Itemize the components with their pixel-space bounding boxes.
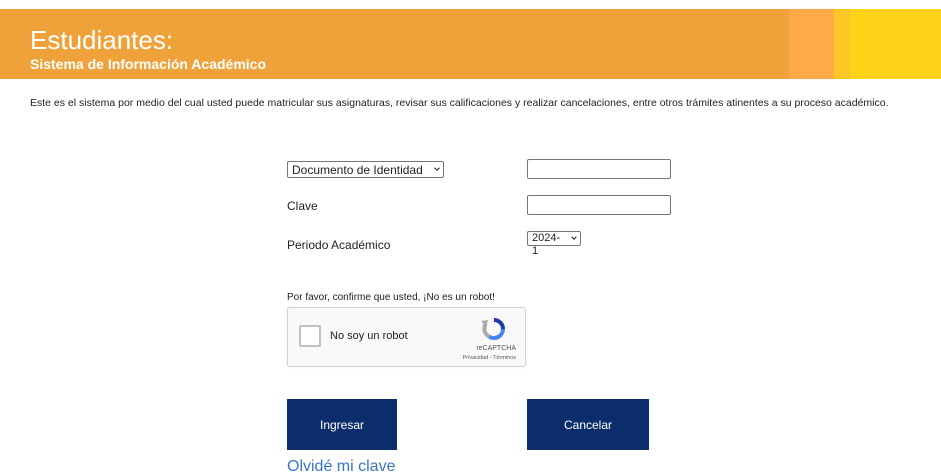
period-label: Periodo Académico: [287, 238, 391, 252]
recaptcha-checkbox[interactable]: [299, 325, 321, 347]
forgot-password-link[interactable]: Olvidé mi clave: [287, 458, 395, 476]
header-accent-block: [850, 9, 941, 79]
recaptcha-widget: No soy un robot reCAPTCHA Privacidad - T…: [287, 307, 526, 367]
header-accent-block: [834, 9, 850, 79]
recaptcha-logo-icon: [481, 318, 506, 340]
document-type-select[interactable]: Documento de Identidad: [287, 161, 444, 178]
page-header: Estudiantes: Sistema de Información Acad…: [0, 9, 941, 79]
chevron-down-icon: [434, 167, 440, 171]
header-accent-block: [789, 9, 834, 79]
document-number-input[interactable]: [527, 159, 671, 179]
login-button[interactable]: Ingresar: [287, 399, 397, 450]
captcha-prompt: Por favor, confirme que usted, ¡No es un…: [287, 292, 495, 303]
intro-text: Este es el sistema por medio del cual us…: [30, 97, 889, 109]
recaptcha-checkbox-label: No soy un robot: [330, 330, 408, 342]
password-label: Clave: [287, 199, 318, 213]
period-value: 2024-1: [532, 232, 561, 257]
cancel-button[interactable]: Cancelar: [527, 399, 649, 450]
page-subtitle: Sistema de Información Académico: [30, 56, 266, 72]
password-input[interactable]: [527, 195, 671, 215]
login-button-label: Ingresar: [319, 417, 365, 432]
page-title: Estudiantes:: [30, 25, 174, 55]
period-select[interactable]: 2024-1: [527, 231, 581, 257]
recaptcha-brand: reCAPTCHA: [476, 345, 516, 352]
cancel-button-label: Cancelar: [563, 417, 613, 432]
document-type-value: Documento de Identidad: [292, 163, 423, 177]
recaptcha-privacy-terms[interactable]: Privacidad - Términos: [463, 355, 516, 361]
chevron-down-icon: [571, 236, 577, 240]
